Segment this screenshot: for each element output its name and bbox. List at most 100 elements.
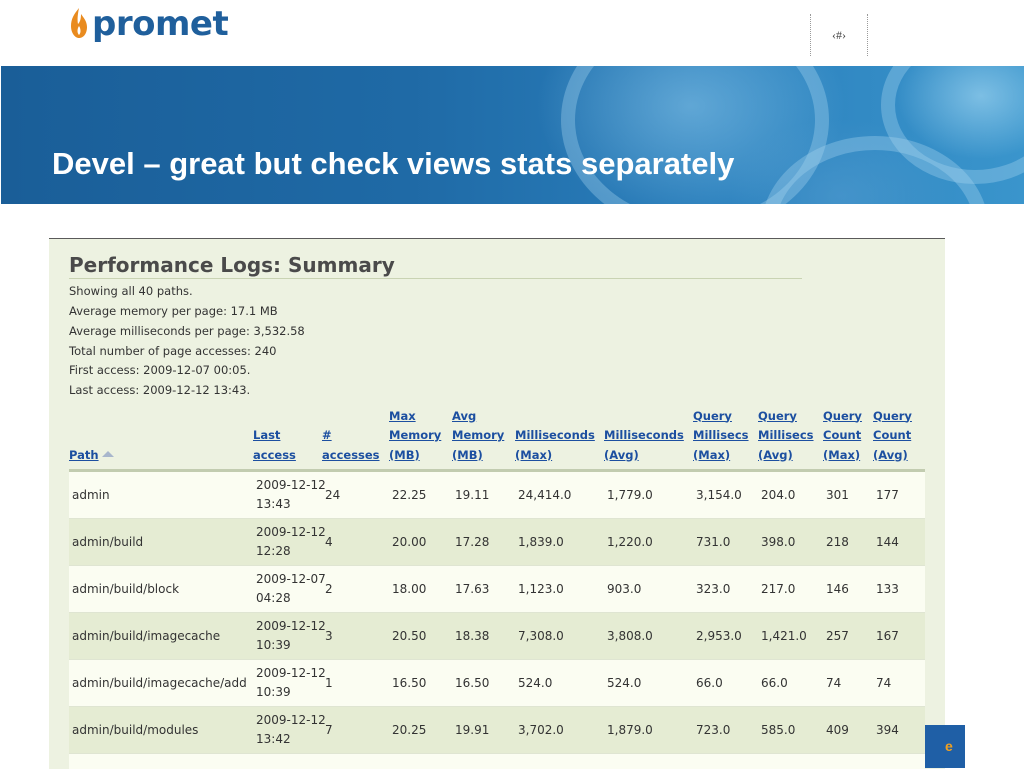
corner-badge: e [925,725,965,768]
logo-wordmark: promet [92,4,228,44]
cell-ms-max: 24,414.0 [515,471,604,519]
sort-path-link[interactable]: Path [69,448,99,462]
cell-query-ms-max: 323.0 [693,566,758,613]
cell-ms-max: 7,308.0 [515,613,604,660]
last-access-time: 13:42 [256,732,291,746]
cell-max-memory: 22.25 [389,471,452,519]
cell-path: admin/build/modules [69,707,253,754]
column-header-query-count-avg[interactable]: QueryCount(Avg) [873,397,925,471]
last-access-time: 12:28 [256,544,291,558]
table-row: admin/build/modules2009-12-1213:42720.25… [69,707,925,754]
cell-query-count-avg: 394 [873,707,925,754]
cell-avg-memory: 19.91 [452,707,515,754]
table-body: admin2009-12-1213:432422.2519.1124,414.0… [69,471,925,769]
cell-accesses: 7 [322,707,389,754]
sort-ascending-icon[interactable] [102,451,114,457]
slide-number: ‹#› [810,14,868,56]
cell-last-access: 2009-12-1213:42 [253,707,322,754]
cell-query-ms-avg: 1,421.0 [758,613,823,660]
column-header-avg-memory[interactable]: AvgMemory(MB) [452,397,515,471]
cell-query-ms-max: 731.0 [693,519,758,566]
cell-avg-memory: 17.28 [452,519,515,566]
cell-ms-avg: 524.0 [604,660,693,707]
sort-last-access-link[interactable]: Lastaccess [253,428,296,462]
cell-query-ms-avg: 204.0 [758,471,823,519]
sort-max-memory-link[interactable]: MaxMemory(MB) [389,409,441,462]
cell-ms-avg: 45,072.0 [604,754,693,769]
column-header-query-count-max[interactable]: QueryCount(Max) [823,397,873,471]
cell-query-ms-max: 723.0 [693,707,758,754]
cell-query-count-max: 257 [823,613,873,660]
cell-last-access: 2009-12-1212:28 [253,519,322,566]
cell-last-access: 2009-12-1213:43 [253,471,322,519]
cell-query-ms-avg: 585.0 [758,707,823,754]
sort-avg-memory-link[interactable]: AvgMemory(MB) [452,409,504,462]
cell-ms-max: 146,336.0 [515,754,604,769]
cell-accesses: 3 [322,613,389,660]
cell-last-access: 2009-12-12 [253,754,322,769]
cell-query-count-avg: 177 [873,471,925,519]
sort-query-count-max-link[interactable]: QueryCount(Max) [823,409,862,462]
cell-accesses: 3 [322,754,389,769]
info-line: Last access: 2009-12-12 13:43. [69,383,250,397]
info-line: Average milliseconds per page: 3,532.58 [69,324,305,338]
column-header-query-ms-max[interactable]: QueryMillisecs(Max) [693,397,758,471]
panel-heading: Performance Logs: Summary [69,253,395,277]
info-line: Average memory per page: 17.1 MB [69,304,278,318]
column-header-path[interactable]: Path [69,397,253,471]
cell-ms-max: 1,123.0 [515,566,604,613]
cell-query-count-max: 146 [823,566,873,613]
cell-query-ms-avg: 398.0 [758,519,823,566]
info-line: Total number of page accesses: 240 [69,344,276,358]
sort-accesses-link[interactable]: #accesses [322,428,380,462]
cell-query-ms-avg: 66.0 [758,660,823,707]
heading-rule [69,278,802,279]
cell-avg-memory: 18.38 [452,613,515,660]
cell-max-memory: 18.00 [389,566,452,613]
cell-avg-memory: 19.11 [452,471,515,519]
cell-max-memory: 16.50 [389,660,452,707]
cell-query-ms-avg: 4,670.0 [758,754,823,769]
column-header-last-access[interactable]: Lastaccess [253,397,322,471]
last-access-time: 10:39 [256,638,291,652]
last-access-time: 13:43 [256,497,291,511]
slide-number-label: ‹#› [810,28,868,43]
column-header-ms-max[interactable]: Milliseconds(Max) [515,397,604,471]
sort-ms-max-link[interactable]: Milliseconds(Max) [515,428,595,462]
cell-path: admin/build [69,519,253,566]
sort-query-ms-avg-link[interactable]: QueryMillisecs(Avg) [758,409,814,462]
column-header-max-memory[interactable]: MaxMemory(MB) [389,397,452,471]
cell-query-count-max: 218 [823,519,873,566]
cell-accesses: 24 [322,471,389,519]
table-row: admin/build2009-12-1212:28420.0017.281,8… [69,519,925,566]
cell-query-ms-max: 6,660.0 [693,754,758,769]
sort-query-count-avg-link[interactable]: QueryCount(Avg) [873,409,912,462]
column-header-ms-avg[interactable]: Milliseconds(Avg) [604,397,693,471]
sort-ms-avg-link[interactable]: Milliseconds(Avg) [604,428,684,462]
cell-ms-max: 3,702.0 [515,707,604,754]
cell-path: admin/build/imagecache/add [69,660,253,707]
cell-last-access: 2009-12-1210:39 [253,660,322,707]
cell-ms-avg: 1,779.0 [604,471,693,519]
cell-accesses: 2 [322,566,389,613]
last-access-date: 2009-12-07 [256,572,326,586]
cell-query-count-avg: 133 [873,566,925,613]
cell-query-count-avg: 74 [873,660,925,707]
cell-query-count-max: 409 [823,707,873,754]
last-access-time: 04:28 [256,591,291,605]
cell-query-ms-max: 2,953.0 [693,613,758,660]
cell-query-ms-avg: 217.0 [758,566,823,613]
column-header-query-ms-avg[interactable]: QueryMillisecs(Avg) [758,397,823,471]
cell-avg-memory: 17.63 [452,566,515,613]
table-row: admin/build/block2009-12-0704:28218.0017… [69,566,925,613]
column-header-accesses[interactable]: #accesses [322,397,389,471]
cell-avg-memory: 35.94 [452,754,515,769]
cell-max-memory: 20.25 [389,707,452,754]
cell-max-memory: 36.50 [389,754,452,769]
title-banner [1,66,1024,204]
sort-query-ms-max-link[interactable]: QueryMillisecs(Max) [693,409,749,462]
last-access-date: 2009-12-12 [256,619,326,633]
cell-query-count-max: 301 [823,471,873,519]
cell-query-count-max: 4634 [823,754,873,769]
cell-ms-avg: 3,808.0 [604,613,693,660]
